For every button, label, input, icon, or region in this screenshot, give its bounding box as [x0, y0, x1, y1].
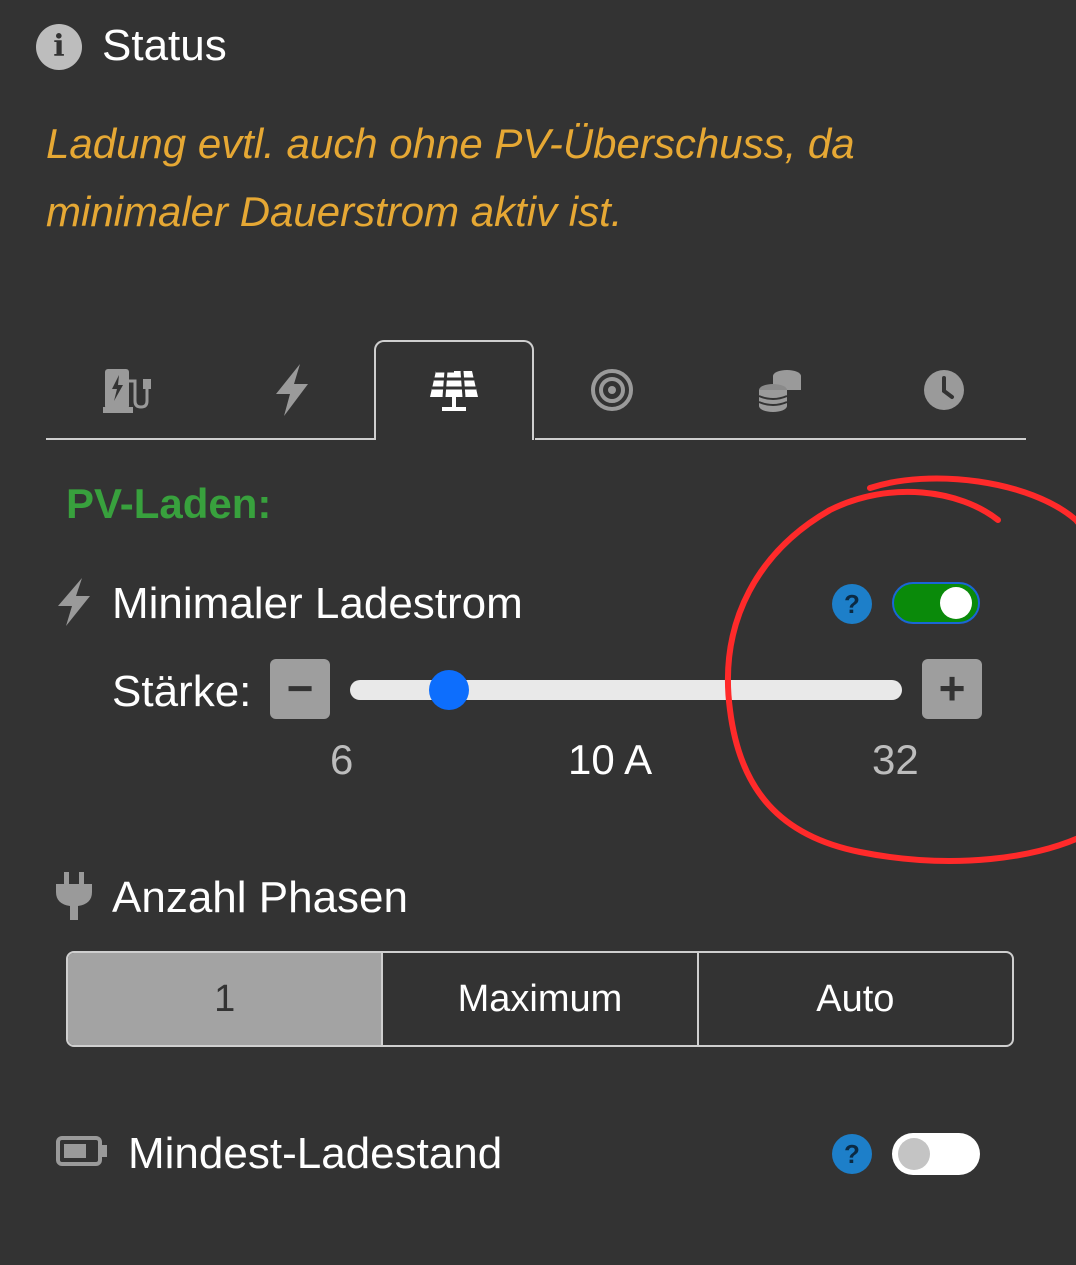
target-icon: [591, 369, 633, 411]
min-soc-toggle[interactable]: [892, 1133, 980, 1175]
decrease-button[interactable]: −: [270, 659, 330, 719]
slider-current-value: 10 A: [568, 736, 653, 783]
toggle-knob: [940, 587, 972, 619]
phases-selector: 1 Maximum Auto: [66, 951, 1014, 1047]
bolt-icon: [58, 578, 90, 626]
strength-label: Stärke:: [112, 667, 252, 716]
tab-power[interactable]: [212, 340, 372, 440]
section-title: PV-Laden:: [66, 480, 272, 527]
status-title: Status: [102, 21, 227, 70]
bolt-icon: [276, 364, 308, 416]
plug-icon: [56, 872, 92, 920]
status-message-line-2: minimaler Dauerstrom aktiv ist.: [46, 188, 623, 235]
toggle-knob: [898, 1138, 930, 1170]
min-soc-label: Mindest-Ladestand: [128, 1129, 503, 1178]
min-current-toggle[interactable]: [892, 582, 980, 624]
help-icon[interactable]: ?: [832, 1134, 872, 1174]
increase-button[interactable]: +: [922, 659, 982, 719]
phase-option-auto[interactable]: Auto: [696, 953, 1012, 1045]
status-message: Ladung evtl. auch ohne PV-Überschuss, da…: [46, 110, 1026, 246]
battery-icon: [56, 1136, 107, 1166]
tab-pv[interactable]: [374, 340, 534, 440]
tab-price[interactable]: [700, 340, 860, 440]
clock-icon: [924, 370, 964, 410]
tab-time[interactable]: [864, 340, 1024, 440]
ev-charger-icon: [103, 369, 151, 413]
phase-option-1[interactable]: 1: [68, 953, 382, 1045]
phases-label: Anzahl Phasen: [112, 873, 408, 922]
tab-charging[interactable]: [48, 340, 208, 440]
info-icon: i: [36, 24, 82, 70]
help-icon[interactable]: ?: [832, 584, 872, 624]
status-message-line-1: Ladung evtl. auch ohne PV-Überschuss, da: [46, 120, 855, 167]
annotation-circle: [724, 475, 1076, 864]
min-current-label: Minimaler Ladestrom: [112, 579, 523, 628]
phase-option-maximum[interactable]: Maximum: [381, 953, 696, 1045]
slider-max-value: 32: [872, 736, 919, 783]
solar-panel-icon: [430, 369, 478, 411]
current-slider-thumb[interactable]: [428, 670, 469, 710]
tab-target[interactable]: [532, 340, 692, 440]
slider-min-value: 6: [330, 736, 354, 783]
coins-icon: [758, 370, 801, 412]
